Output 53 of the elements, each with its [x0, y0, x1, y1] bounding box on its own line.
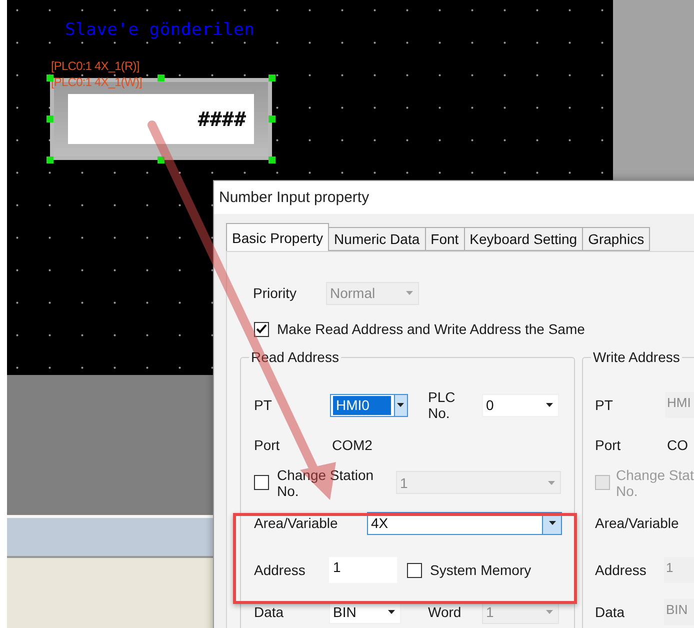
checkbox-label: Change Stat No. [616, 466, 694, 498]
checkbox[interactable] [254, 475, 269, 490]
checkbox-label: Change Station No. [277, 466, 375, 498]
selection-handle[interactable] [268, 116, 276, 122]
tab[interactable]: Numeric Data [328, 227, 426, 251]
dialog-title: Number Input property [214, 181, 694, 214]
field-label: Word [428, 604, 462, 620]
checkbox-label: System Memory [430, 562, 532, 578]
field-label: Port [254, 437, 281, 453]
selection-handle[interactable] [46, 116, 54, 122]
selection-handle[interactable] [268, 156, 276, 164]
field-label: Area/Variable [595, 515, 680, 531]
caret-icon [548, 521, 556, 525]
field-label: PT [595, 397, 614, 413]
checkbox[interactable] [407, 562, 422, 578]
checkbox[interactable] [254, 322, 269, 336]
plc-dropdown[interactable]: 0 [482, 394, 559, 416]
number-placeholder: #### [68, 94, 254, 144]
caret-icon [548, 480, 554, 484]
selection-handle[interactable] [46, 74, 54, 82]
field-label: Address [254, 562, 306, 578]
selection-handle[interactable] [46, 156, 54, 164]
caret-icon [397, 403, 404, 407]
field-label: Priority [253, 285, 298, 301]
tab[interactable]: Font [424, 227, 465, 251]
field-label: PT [254, 397, 273, 413]
checkmark-icon [256, 324, 267, 334]
canvas-title: Slave'e gönderilen [65, 20, 255, 40]
group-title: Read Address [249, 349, 341, 365]
caret-icon [406, 291, 412, 295]
field-label: Port [595, 437, 622, 453]
port-value: COM2 [332, 437, 372, 453]
port-value: CO [667, 437, 688, 453]
tab[interactable]: Graphics [582, 227, 650, 251]
field-label: Data [595, 604, 626, 620]
group-title: Write Address [591, 349, 682, 365]
pt-dropdown[interactable]: HMI0 [330, 394, 408, 416]
caret-icon [546, 403, 552, 407]
selection-handle[interactable] [268, 74, 276, 82]
tab[interactable]: Keyboard Setting [464, 227, 584, 251]
field-label: Area/Variable [254, 515, 339, 531]
caret-icon [388, 610, 394, 614]
address-field[interactable]: 1 [329, 557, 397, 583]
tab[interactable]: Basic Property [226, 223, 330, 251]
address-tag: [PLC0:1 4X_1(R)] [51, 59, 140, 73]
selection-handle[interactable] [158, 156, 164, 164]
selection-handle[interactable] [158, 74, 164, 82]
field-label: Address [595, 562, 648, 578]
checkbox-label: Make Read Address and Write Address the Same [277, 321, 585, 337]
address-tag: [PLC0:1 4X_1(W)] [51, 75, 142, 89]
field-label: Data [254, 604, 285, 620]
caret-icon [546, 610, 552, 614]
field-label: PLC No. [428, 389, 456, 421]
